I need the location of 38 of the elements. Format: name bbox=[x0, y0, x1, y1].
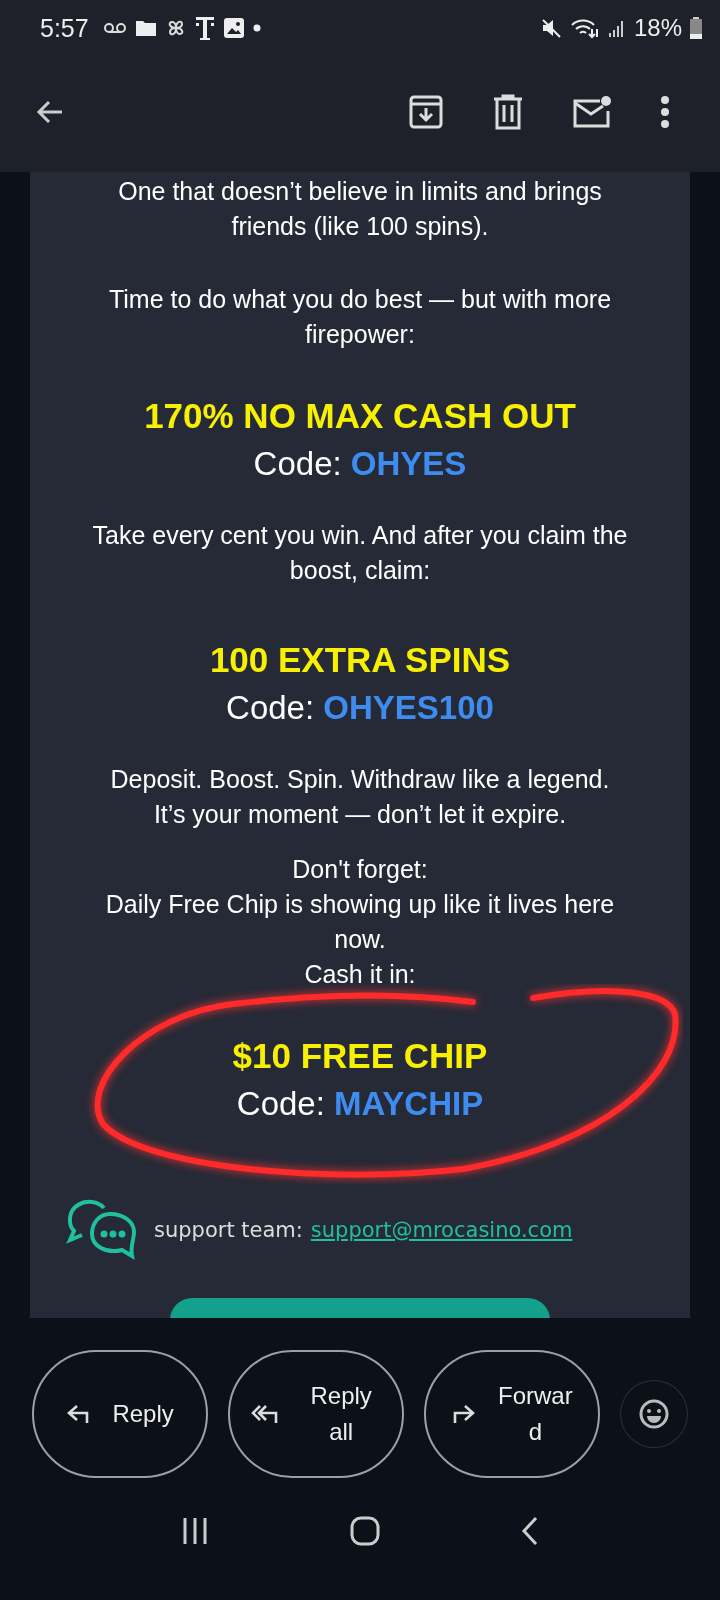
status-time: 5:57 bbox=[40, 13, 89, 43]
mute-icon bbox=[539, 17, 562, 39]
code-label: Code: bbox=[226, 689, 315, 726]
carrier-logo-icon bbox=[194, 15, 215, 41]
offer-title: 100 EXTRA SPINS bbox=[209, 639, 511, 681]
archive-icon[interactable] bbox=[408, 94, 444, 130]
more-options-icon[interactable] bbox=[660, 95, 670, 129]
image-icon bbox=[222, 17, 245, 39]
battery-icon bbox=[690, 17, 702, 39]
chat-bubbles-icon bbox=[66, 1198, 138, 1262]
email-paragraph: Take every cent you win. And after you claim the boost, claim: bbox=[91, 520, 629, 586]
support-label: support team: bbox=[154, 1218, 303, 1242]
reply-all-button[interactable]: Reply all bbox=[228, 1350, 405, 1478]
offer-title: 170% NO MAX CASH OUT bbox=[144, 395, 576, 437]
back-icon[interactable] bbox=[520, 1516, 540, 1546]
voicemail-icon bbox=[102, 22, 127, 34]
mail-unread-icon[interactable] bbox=[572, 95, 612, 129]
support-email-link[interactable]: support@mrocasino.com bbox=[310, 1218, 573, 1242]
promo-code: OHYES100 bbox=[323, 689, 494, 726]
folder-icon bbox=[134, 19, 157, 37]
home-icon[interactable] bbox=[350, 1516, 380, 1546]
code-label: Code: bbox=[253, 445, 342, 482]
email-paragraph: Don't forget: Daily Free Chip is showing up like it lives here now. Cash it in: bbox=[104, 854, 616, 990]
smiley-icon bbox=[638, 1398, 671, 1430]
signal-icon bbox=[607, 18, 626, 38]
email-paragraph: Time to do what you do best — but with more firepower: bbox=[107, 284, 613, 350]
offer-title: $10 FREE CHIP bbox=[232, 1035, 488, 1077]
battery-percent: 18% bbox=[633, 14, 682, 42]
email-paragraph: Deposit. Boost. Spin. Withdraw like a legend. It’s your moment — don’t let it expire. bbox=[109, 764, 611, 830]
notification-dot-icon bbox=[252, 24, 261, 32]
wifi-icon bbox=[569, 17, 600, 39]
trash-icon[interactable] bbox=[492, 94, 524, 130]
promo-code: OHYES bbox=[350, 445, 467, 482]
email-paragraph: One that doesn’t believe in limits and brings friends (like 100 spins). bbox=[117, 176, 603, 242]
reply-button[interactable]: Reply bbox=[32, 1350, 209, 1478]
forward-button[interactable]: Forward bbox=[424, 1350, 601, 1478]
promo-code: MAYCHIP bbox=[334, 1085, 484, 1122]
code-label: Code: bbox=[236, 1085, 325, 1122]
